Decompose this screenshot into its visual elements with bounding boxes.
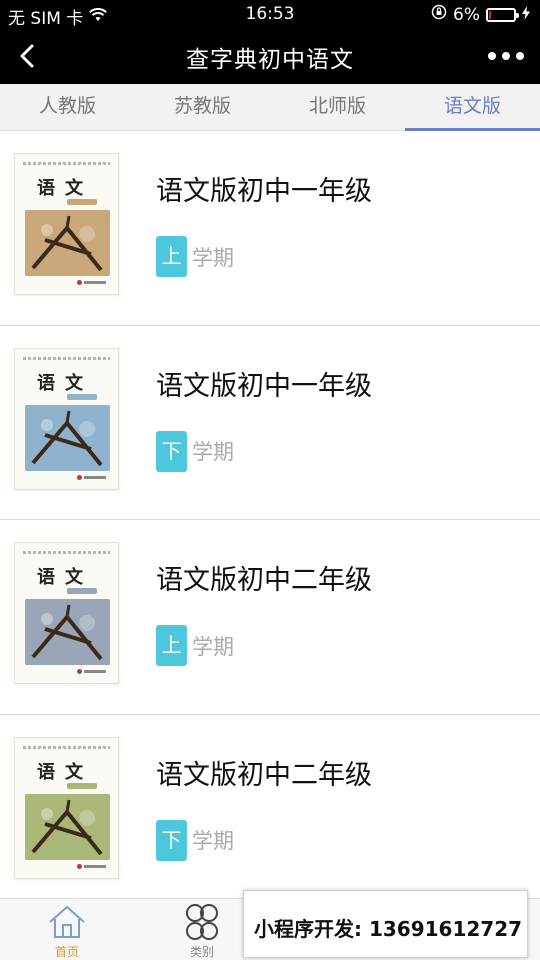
term-label: 学期	[192, 245, 234, 270]
tab-sujiao[interactable]: 苏教版	[135, 84, 270, 130]
category-icon	[186, 904, 218, 940]
term-row: 下 学期	[156, 819, 234, 861]
ad-text: 小程序开发: 13691612727	[254, 917, 523, 941]
page-title: 查字典初中语文	[186, 47, 354, 73]
term-badge: 上	[156, 625, 187, 666]
more-dot-icon	[502, 52, 510, 60]
term-label: 学期	[192, 829, 234, 853]
term-row: 上 学期	[156, 625, 234, 666]
book-cover: 语文	[14, 153, 119, 295]
term-badge: 上	[156, 236, 187, 277]
book-cover: 语文	[14, 347, 119, 490]
term-badge: 下	[156, 430, 187, 472]
tab-category-label: 类别	[189, 945, 214, 959]
status-bar: 无 SIM 卡 16:53 6%	[0, 0, 540, 29]
tab-renjiao[interactable]: 人教版	[0, 84, 135, 130]
cover-title: 语文	[37, 372, 93, 394]
list-item[interactable]: 语文 语文版初中一年级 下 学期	[0, 325, 540, 520]
tab-category[interactable]: 类别	[157, 903, 247, 960]
charging-icon	[522, 5, 530, 25]
term-row: 下 学期	[156, 430, 234, 472]
book-name: 语文版初中一年级	[156, 176, 372, 207]
list-item[interactable]: 语文 语文版初中一年级 上 学期	[0, 131, 540, 326]
tab-yuwen[interactable]: 语文版	[405, 84, 540, 131]
term-label: 学期	[192, 440, 234, 464]
more-dot-icon	[516, 52, 524, 60]
term-badge: 下	[156, 819, 187, 861]
book-cover: 语文	[14, 542, 119, 684]
more-dot-icon	[488, 52, 496, 60]
status-right: 6%	[431, 4, 530, 25]
battery-percent: 6%	[453, 4, 480, 25]
list-item[interactable]: 语文 语文版初中二年级 上 学期	[0, 520, 540, 715]
edition-tabs: 人教版 苏教版 北师版 语文版	[0, 84, 540, 131]
cover-title: 语文	[37, 178, 93, 199]
book-list: 语文 语文版初中一年级 上 学期 语文 语文版初中一年级 下 学期 语文 语文版…	[0, 131, 540, 898]
nav-bar: 查字典初中语文	[0, 28, 540, 84]
tab-beishi[interactable]: 北师版	[270, 84, 405, 130]
cover-title: 语文	[37, 761, 93, 783]
tab-home[interactable]: 首页	[22, 903, 112, 960]
book-name: 语文版初中二年级	[156, 565, 372, 596]
book-name: 语文版初中一年级	[156, 370, 372, 402]
book-cover: 语文	[14, 736, 119, 879]
book-name: 语文版初中二年级	[156, 759, 372, 791]
orientation-lock-icon	[431, 4, 447, 25]
tab-home-label: 首页	[54, 945, 79, 959]
list-item[interactable]: 语文 语文版初中二年级 下 学期	[0, 714, 540, 898]
cover-title: 语文	[37, 567, 93, 588]
home-icon	[49, 905, 85, 938]
more-button[interactable]	[488, 46, 524, 66]
ad-banner[interactable]: 小程序开发: 13691612727	[243, 890, 528, 958]
term-label: 学期	[192, 634, 234, 659]
battery-icon	[486, 7, 519, 22]
term-row: 上 学期	[156, 236, 234, 277]
